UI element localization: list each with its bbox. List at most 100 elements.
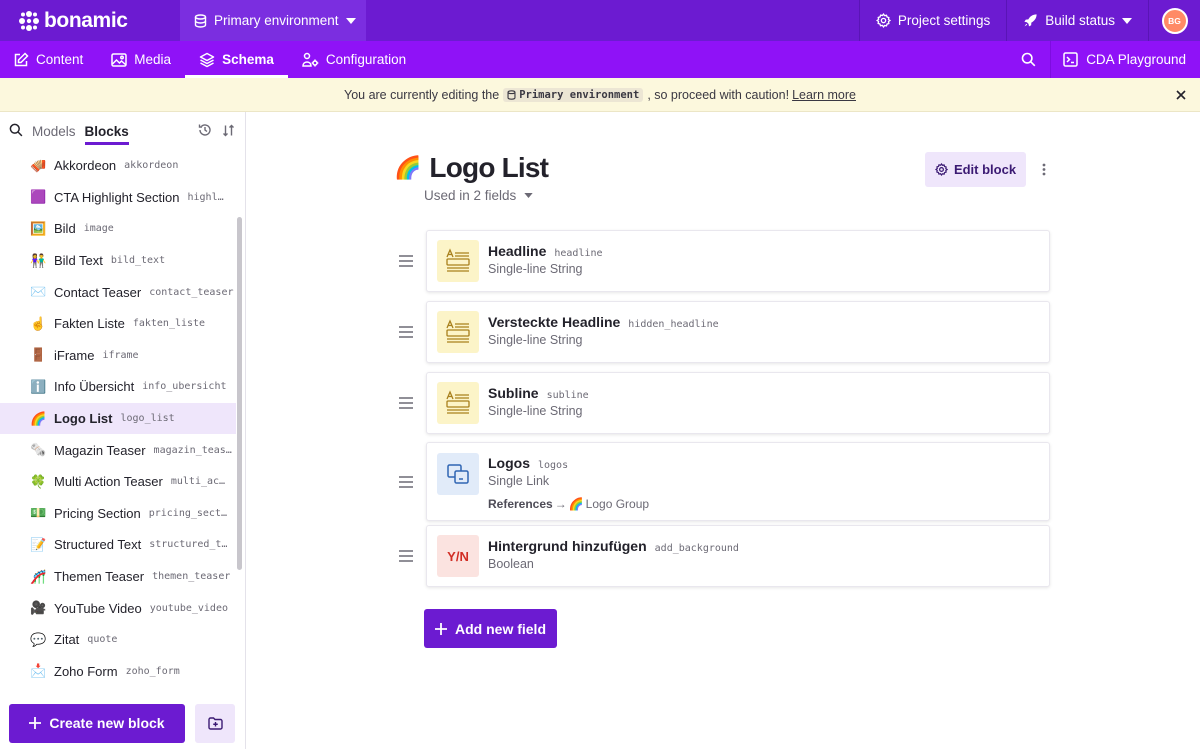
sidebar-item-akkordeon[interactable]: 🪗 Akkordeon akkordeon: [0, 150, 236, 182]
sidebar-item-image[interactable]: 🖼️ Bild image: [0, 213, 236, 245]
drag-handle-icon[interactable]: [398, 475, 414, 488]
drag-handle-icon[interactable]: [398, 326, 414, 338]
block-api-key: zoho_form: [125, 665, 180, 677]
tab-content[interactable]: Content: [0, 41, 97, 78]
sidebar-item-quote[interactable]: 💬 Zitat quote: [0, 624, 236, 656]
referenced-block-name[interactable]: Logo Group: [586, 497, 649, 511]
block-emoji-icon: 🖼️: [30, 220, 47, 236]
create-new-block-label: Create new block: [49, 715, 165, 731]
tab-media-label: Media: [134, 52, 172, 67]
block-name: Structured Text: [54, 537, 142, 553]
global-search-button[interactable]: [1006, 41, 1050, 78]
field-row-subline: Subline subline Single-line String: [394, 372, 1052, 434]
block-emoji-icon: 🌈: [30, 410, 47, 426]
field-card[interactable]: Versteckte Headline hidden_headline Single…: [426, 301, 1050, 363]
sidebar-item-info-ubersicht[interactable]: ℹ️ Info Übersicht info_ubersicht: [0, 371, 236, 403]
sidebar-item-bild-text[interactable]: 👫 Bild Text bild_text: [0, 245, 236, 277]
string-type-icon: [437, 240, 479, 282]
sidebar-scrollbar[interactable]: [237, 217, 242, 570]
user-menu[interactable]: BG: [1148, 0, 1200, 41]
banner-suffix: , so proceed with caution!: [647, 87, 790, 102]
block-name: YouTube Video: [54, 600, 142, 616]
add-new-field-button[interactable]: Add new field: [424, 609, 557, 648]
block-api-key: quote: [87, 634, 118, 646]
tab-configuration[interactable]: Configuration: [288, 41, 420, 78]
banner-close-button[interactable]: [1172, 86, 1190, 104]
used-in-dropdown[interactable]: Used in 2 fields: [424, 188, 533, 203]
block-api-key: youtube_video: [149, 602, 228, 614]
cda-playground-button[interactable]: CDA Playground: [1050, 41, 1200, 78]
block-api-key: contact_teaser: [149, 286, 234, 298]
field-name: Headline: [488, 243, 547, 259]
tab-schema-label: Schema: [222, 52, 274, 67]
sidebar-tab-models[interactable]: Models: [32, 116, 76, 145]
sidebar-footer: Create new block: [0, 697, 246, 749]
project-settings-button[interactable]: Project settings: [858, 0, 1006, 41]
string-type-icon: [437, 382, 479, 424]
block-emoji-icon: 💬: [30, 631, 47, 647]
block-emoji-icon: 📩: [30, 663, 47, 679]
blocks-sidebar: Models Blocks 🪗 Akkordeon akkordeon 🟪 CTA Hi…: [0, 112, 246, 749]
sort-icon[interactable]: [222, 124, 235, 137]
block-name: Magazin Teaser: [54, 442, 146, 458]
learn-more-link[interactable]: Learn more: [792, 88, 856, 102]
sidebar-item-magazin-teas[interactable]: 🗞️ Magazin Teaser magazin_teas…: [0, 434, 236, 466]
block-detail: 🌈 Logo List Used in 2 fields Edit block …: [246, 112, 1200, 749]
sidebar-item-logo-list[interactable]: 🌈 Logo List logo_list: [0, 402, 236, 435]
create-new-block-button[interactable]: Create new block: [9, 703, 185, 743]
new-folder-button[interactable]: [195, 703, 235, 743]
block-name: Logo List: [54, 411, 113, 427]
more-options-button[interactable]: [1037, 160, 1051, 178]
edit-block-button[interactable]: Edit block: [925, 152, 1026, 187]
sidebar-item-highl[interactable]: 🟪 CTA Highlight Section highl…: [0, 182, 236, 214]
field-card[interactable]: Subline subline Single-line String: [426, 372, 1050, 434]
field-card[interactable]: Y/N Hintergrund hinzufügen add_background B…: [426, 525, 1050, 587]
text-field-icon: [446, 248, 470, 272]
drag-handle-icon[interactable]: [398, 255, 414, 267]
block-emoji-icon: ℹ️: [30, 378, 47, 394]
drag-handle-icon[interactable]: [398, 550, 414, 562]
link-type-icon: [437, 453, 479, 495]
cda-playground-label: CDA Playground: [1086, 52, 1186, 67]
block-emoji-icon: 🟪: [30, 189, 47, 205]
references-label: References: [488, 497, 553, 511]
bonamic-logo-icon: [19, 10, 39, 31]
history-icon[interactable]: [198, 123, 212, 137]
environment-selector[interactable]: Primary environment: [180, 0, 366, 41]
search-icon[interactable]: [9, 123, 23, 137]
sidebar-item-themen-teaser[interactable]: 🎢 Themen Teaser themen_teaser: [0, 561, 236, 593]
field-type: Single-line String: [488, 262, 583, 276]
block-emoji-icon: 🗞️: [30, 442, 47, 458]
field-info: Versteckte Headline hidden_headline Single…: [488, 314, 719, 347]
sidebar-item-multi-ac[interactable]: 🍀 Multi Action Teaser multi_ac…: [0, 466, 236, 498]
sidebar-item-iframe[interactable]: 🚪 iFrame iframe: [0, 340, 236, 372]
sidebar-item-structured-t[interactable]: 📝 Structured Text structured_t…: [0, 529, 236, 561]
sidebar-item-contact-teaser[interactable]: ✉️ Contact Teaser contact_teaser: [0, 276, 236, 308]
field-card[interactable]: Logos logos Single Link References → 🌈 Logo Gr…: [426, 442, 1050, 521]
avatar: BG: [1161, 7, 1188, 34]
tab-content-label: Content: [36, 52, 84, 67]
block-api-key: fakten_liste: [132, 318, 206, 330]
drag-handle-icon[interactable]: [398, 397, 414, 409]
app-logo[interactable]: bonamic: [0, 0, 180, 41]
sidebar-item-youtube-video[interactable]: 🎥 YouTube Video youtube_video: [0, 592, 236, 624]
kebab-menu-icon: [1042, 163, 1046, 175]
tab-media[interactable]: Media: [97, 41, 185, 78]
field-info: Subline subline Single-line String: [488, 385, 589, 418]
sidebar-item-pricing-sect[interactable]: 💵 Pricing Section pricing_sect…: [0, 498, 236, 530]
image-icon: [111, 52, 128, 67]
build-status-button[interactable]: Build status: [1006, 0, 1148, 41]
block-title-row: 🌈 Logo List: [394, 152, 549, 184]
tab-schema[interactable]: Schema: [185, 41, 288, 78]
block-api-key: themen_teaser: [152, 571, 231, 583]
field-card[interactable]: Headline headline Single-line String: [426, 230, 1050, 292]
sidebar-item-zoho-form[interactable]: 📩 Zoho Form zoho_form: [0, 656, 236, 688]
sidebar-item-fakten-liste[interactable]: ☝️ Fakten Liste fakten_liste: [0, 308, 236, 340]
block-api-key: akkordeon: [124, 160, 179, 172]
field-type: Single-line String: [488, 333, 583, 347]
block-name: Themen Teaser: [54, 569, 145, 585]
block-name: iFrame: [54, 347, 95, 363]
block-api-key: bild_text: [110, 255, 166, 267]
field-name: Subline: [488, 385, 539, 401]
sidebar-tab-blocks[interactable]: Blocks: [84, 116, 130, 145]
